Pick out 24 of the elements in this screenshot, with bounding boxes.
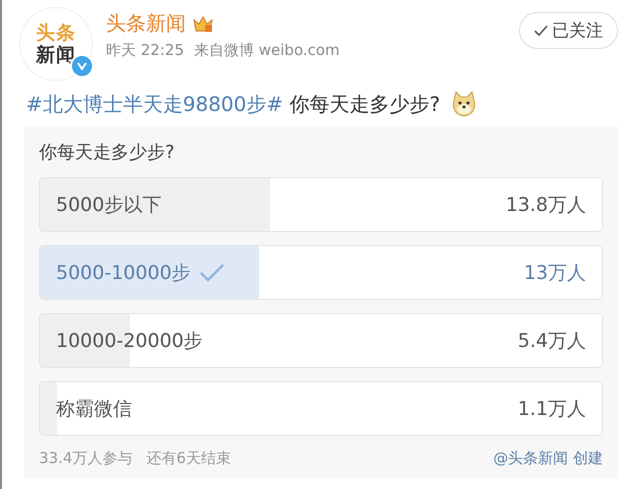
option-label: 5000步以下: [56, 192, 162, 218]
option-label: 10000-20000步: [56, 328, 203, 354]
vote-count: 1.1万人: [518, 396, 586, 422]
poll-option[interactable]: 称霸微信 1.1万人: [39, 381, 603, 436]
poll-question: 你每天走多少步?: [39, 141, 176, 164]
time-remaining: 还有6天结束: [146, 449, 231, 468]
participant-count: 33.4万人参与: [39, 449, 132, 468]
option-label: 5000-10000步: [56, 260, 191, 286]
poll-option[interactable]: 5000步以下 13.8万人: [39, 177, 603, 232]
option-label: 称霸微信: [56, 396, 132, 422]
vote-count: 13.8万人: [506, 192, 586, 218]
check-icon: [534, 24, 548, 36]
vote-count: 5.4万人: [518, 328, 586, 354]
hashtag-link[interactable]: #北大博士半天走98800步#: [26, 92, 284, 116]
crown-icon: [192, 14, 214, 34]
check-icon: [198, 262, 225, 282]
post-time: 昨天 22:25: [106, 41, 184, 60]
poll-creator[interactable]: @头条新闻 创建: [493, 449, 603, 468]
vote-count: 13万人: [524, 260, 586, 286]
post-text: 你每天走多少步?: [290, 92, 440, 116]
poll-option[interactable]: 5000-10000步 13万人: [39, 245, 603, 300]
follow-button[interactable]: 已关注: [519, 12, 618, 49]
poll-option[interactable]: 10000-20000步 5.4万人: [39, 313, 603, 368]
avatar-logo-text: 头条: [36, 22, 76, 44]
